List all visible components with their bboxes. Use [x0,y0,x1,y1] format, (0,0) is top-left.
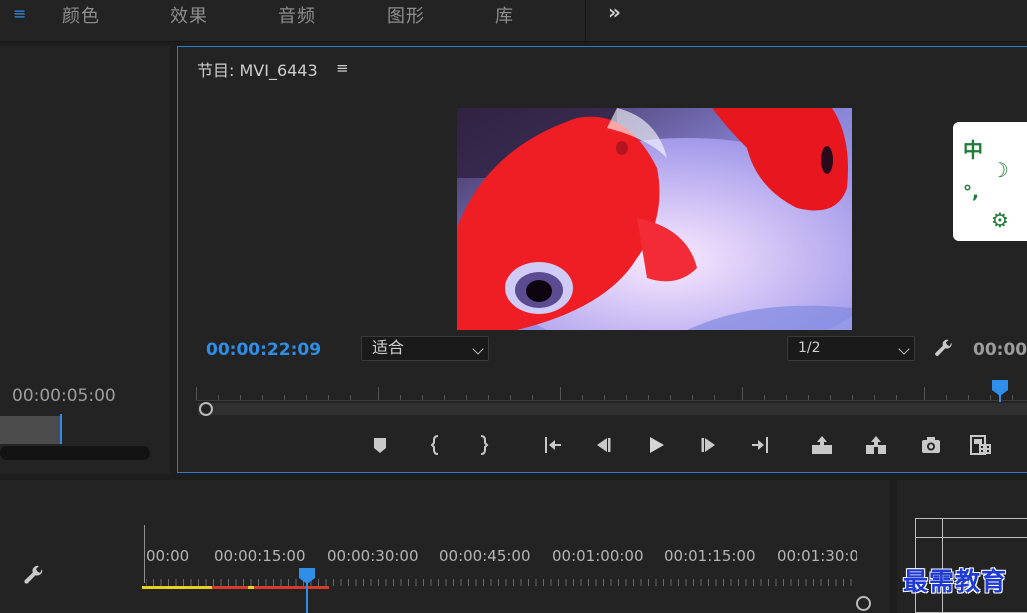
export-frame-camera-icon[interactable] [919,433,943,457]
step-forward-icon[interactable] [697,433,721,457]
more-workspaces-icon[interactable]: » [608,0,621,24]
ime-floating-widget[interactable]: 中 ☽ °, ⚙ [953,122,1027,241]
go-to-out-icon[interactable] [749,433,773,457]
extract-icon[interactable] [864,433,888,457]
timeline-ruler-ticks[interactable] [146,576,858,586]
chevron-down-icon [472,343,484,355]
workspace-tab-effects[interactable]: 效果 [170,2,208,28]
panel-menu-icon[interactable]: ≡ [336,59,349,77]
mark-out-icon[interactable] [471,433,495,457]
gear-icon[interactable]: ⚙ [991,208,1009,232]
source-clip-bar [0,416,62,444]
moon-icon[interactable]: ☽ [991,158,1009,182]
program-current-timecode[interactable]: 00:00:22:09 [206,340,321,360]
zoom-fit-select[interactable]: 适合 [361,336,489,361]
work-area-bar[interactable] [142,586,212,589]
render-bar-segment [212,586,248,589]
settings-wrench-icon[interactable] [933,338,955,360]
timeline-timecode-30s: 00:00:30:00 [327,547,419,565]
source-scrollbar[interactable] [0,446,150,460]
workspace-tab-audio[interactable]: 音频 [278,2,316,28]
workspace-tab-graphics[interactable]: 图形 [387,2,425,28]
timeline-panel: 00:00 00:00:15:00 00:00:30:00 00:00:45:0… [0,480,890,613]
source-playhead[interactable] [60,414,62,444]
go-to-in-icon[interactable] [540,433,564,457]
timeline-zoom-knob[interactable] [856,596,871,611]
workspace-divider [585,0,586,42]
zoom-scroll-knob[interactable] [199,402,213,416]
playback-resolution-select[interactable]: 1/2 [787,336,915,361]
timeline-timecode-45s: 00:00:45:00 [439,547,531,565]
timeline-timecode-1m15s: 00:01:15:00 [664,547,756,565]
workspace-tab-libraries[interactable]: 库 [495,2,514,28]
source-panel: 00:00:05:00 + [0,46,170,504]
program-monitor: 节目: MVI_6443 ≡ 00:00:22:09 适合 1/2 00:00 [177,46,1027,473]
program-zoom-scrollbar[interactable] [198,403,1027,415]
program-title: 节目: MVI_6443 [197,61,318,80]
resolution-value: 1/2 [798,340,821,356]
program-playhead[interactable] [992,380,1008,402]
mark-in-icon[interactable] [424,433,448,457]
timeline-start-line [144,525,145,583]
program-duration-timecode: 00:00 [973,340,1027,360]
timeline-timecode-1m: 00:01:00:00 [552,547,644,565]
timeline-timecode-1m30s: 00:01:30:0( [777,547,857,565]
workspace-tab-color[interactable]: 颜色 [62,2,100,28]
koi-fish-frame [457,108,852,330]
timeline-timecode-0: 00:00 [146,547,190,565]
render-bar-segment [254,586,329,589]
play-icon[interactable] [644,433,668,457]
timeline-playhead[interactable] [298,568,316,613]
timeline-timecode-15s: 00:00:15:00 [214,547,306,565]
ime-chinese-mode-icon[interactable]: 中 [963,134,983,163]
button-editor-icon[interactable] [969,433,993,457]
add-marker-icon[interactable] [368,433,392,457]
timeline-settings-wrench-icon[interactable] [22,564,46,588]
program-time-ruler[interactable] [196,381,1027,401]
chevron-down-icon [898,343,910,355]
workspace-bar: ≡ 颜色 效果 音频 图形 库 » [0,0,1027,42]
step-back-icon[interactable] [591,433,615,457]
source-timecode[interactable]: 00:00:05:00 [12,386,116,406]
punctuation-icon[interactable]: °, [963,182,979,203]
zoom-fit-value: 适合 [372,338,405,357]
watermark-logo: 最需教育 [903,567,1008,596]
video-preview [457,108,852,330]
workspace-menu-icon[interactable]: ≡ [13,6,31,24]
lift-icon[interactable] [810,433,834,457]
